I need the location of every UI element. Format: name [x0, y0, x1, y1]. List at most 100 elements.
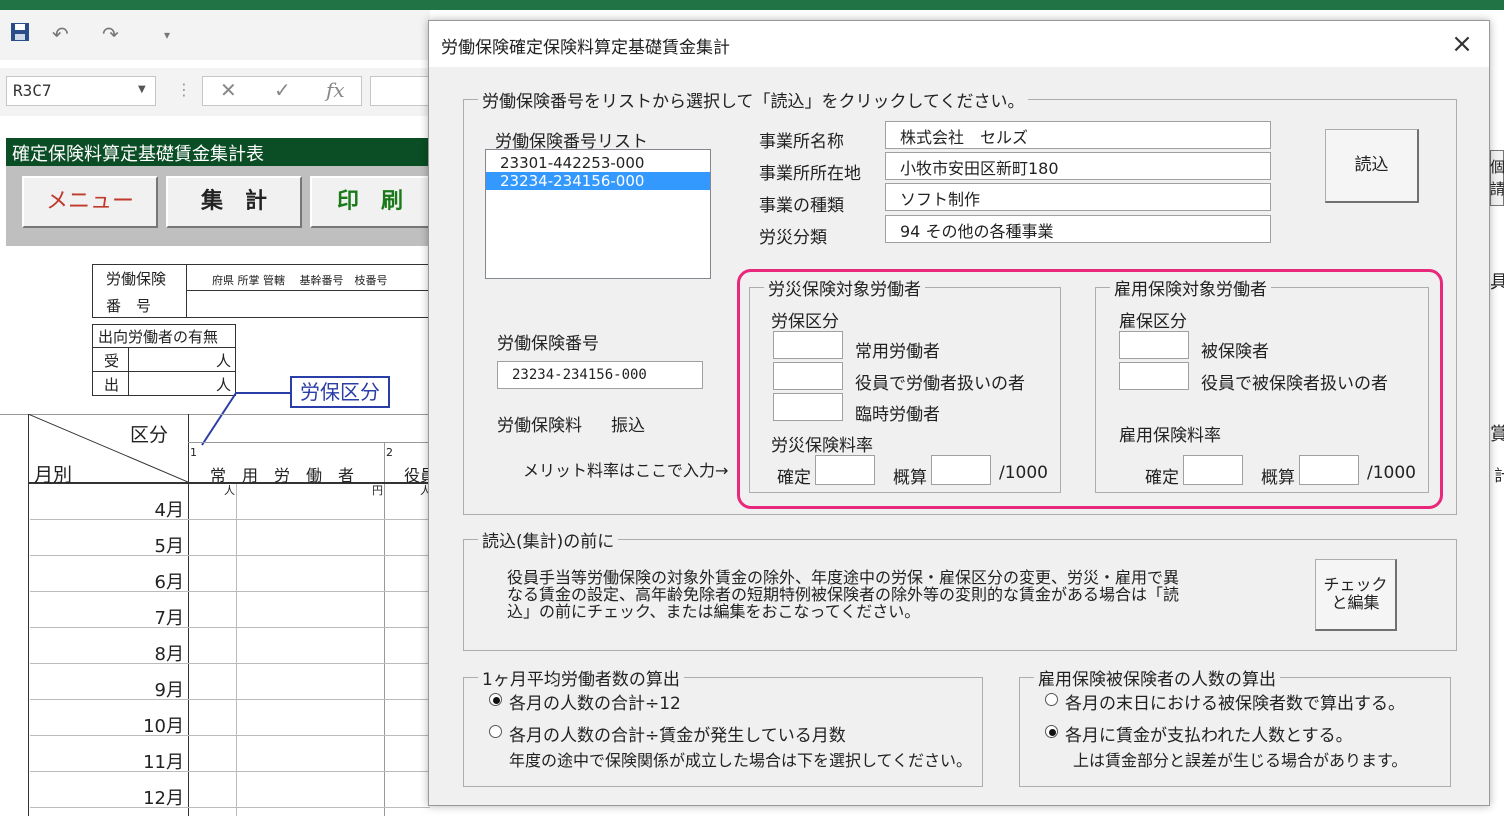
month-label: 12月 [143, 788, 184, 809]
col2-number: 2 [386, 446, 393, 459]
accident-class-field[interactable]: 94 その他の各種事業 [885, 215, 1271, 243]
business-type-label: 事業の種類 [759, 196, 844, 216]
undo-icon[interactable]: ↶ [52, 22, 69, 46]
save-icon[interactable] [10, 22, 30, 47]
month-label: 9月 [154, 680, 184, 701]
cancel-icon[interactable]: ✕ [220, 78, 237, 102]
avg-note: 年度の途中で保険関係が成立した場合は下を選択してください。 [509, 751, 973, 770]
before-line-3: 込」の前にチェック、または編集をおこなってください。 [507, 602, 921, 621]
month-label: 7月 [154, 608, 184, 629]
right-edge-text: 賞 [1490, 424, 1504, 445]
col1-number: 1 [190, 446, 197, 459]
dispatch-title: 出向労働者の有無 [98, 328, 219, 346]
unit-person: 人 [216, 352, 232, 370]
office-name-label: 事業所名称 [759, 132, 844, 152]
before-line-2: なる賃金の設定、高年齢免除者の短期特例被保険者の除外等の変則的な賃金がある場合は… [507, 585, 1180, 604]
insured-option-2-label[interactable]: 各月に賃金が支払われた人数とする。 [1065, 721, 1353, 746]
insured-note: 上は賃金部分と誤差が生じる場合があります。 [1073, 751, 1408, 770]
average-workers-legend: 1ヶ月平均労働者数の算出 [482, 670, 680, 690]
dialog-title: 労働保険確定保険料算定基礎賃金集計 [441, 38, 730, 58]
avg-option-2-radio[interactable] [489, 725, 502, 738]
insured-option-1-radio[interactable] [1045, 693, 1058, 706]
table-row[interactable]: 12月 [30, 772, 430, 809]
callout-label: 労保区分 [290, 376, 390, 408]
enter-icon[interactable]: ✓ [274, 78, 291, 102]
office-address-label: 事業所所在地 [759, 164, 861, 184]
customize-qat-icon[interactable]: ▾ [164, 28, 170, 42]
accident-class-label: 労災分類 [759, 228, 827, 248]
avg-option-1-label[interactable]: 各月の人数の合計÷12 [509, 689, 681, 714]
table-row[interactable]: 6月 [30, 556, 430, 593]
dispatch-out: 出 [104, 376, 120, 394]
close-icon[interactable]: × [1445, 27, 1479, 61]
table-row[interactable]: 8月 [30, 628, 430, 665]
list-item-selected[interactable]: 23234-234156-000 [486, 172, 710, 190]
sheet-title: 確定保険料算定基礎賃金集計表 [6, 138, 430, 166]
number-label: 番 号 [106, 297, 152, 315]
load-button[interactable]: 読込 [1325, 129, 1419, 203]
avg-option-1-radio[interactable] [489, 693, 502, 706]
name-box[interactable]: R3C7 [6, 76, 156, 106]
divider [186, 264, 187, 318]
select-insurance-legend: 労働保険番号をリストから選択して「読込」をクリックしてください。 [482, 92, 1025, 112]
total-button[interactable]: 集 計 [166, 176, 302, 228]
before-load-legend: 読込(集計)の前に [482, 532, 615, 552]
month-label: 6月 [154, 572, 184, 593]
table-row[interactable]: 10月 [30, 700, 430, 737]
insurance-no-field[interactable]: 23234-234156-000 [497, 361, 703, 389]
month-label: 5月 [154, 536, 184, 557]
table-row[interactable]: 11月 [30, 736, 430, 773]
right-edge-text: 個人 [1490, 158, 1504, 176]
formula-bar[interactable] [370, 76, 430, 106]
premium-value: 振込 [611, 416, 645, 436]
monthly-header: 月別 [34, 464, 73, 486]
table-row[interactable]: 4月 [30, 484, 430, 521]
dispatch-in: 受 [104, 352, 120, 370]
table-row[interactable]: 5月 [30, 520, 430, 557]
name-box-dropdown-icon[interactable]: ▼ [138, 84, 146, 95]
formula-bar-grip-icon: ⋮ [176, 80, 192, 99]
divider [92, 347, 236, 348]
check-edit-line-1: チェック [1323, 575, 1388, 594]
insurance-label: 労働保険 [106, 270, 167, 288]
insurance-number-list[interactable]: 23301-442253-000 23234-234156-000 [485, 149, 711, 279]
insert-function-icon[interactable]: fx [326, 78, 345, 102]
menu-button[interactable]: メニュー [22, 176, 158, 228]
avg-option-2-label[interactable]: 各月の人数の合計÷賃金が発生している月数 [509, 721, 846, 746]
divider [128, 347, 129, 396]
callout-line [201, 392, 290, 446]
office-name-field[interactable]: 株式会社 セルズ [885, 121, 1271, 149]
merit-rate-hint: メリット料率はここで入力→ [523, 461, 729, 480]
right-edge-text: 請幹 [1490, 180, 1504, 198]
divider [92, 371, 236, 372]
right-edge-text: 具 [1490, 272, 1504, 293]
insured-option-1-label[interactable]: 各月の末日における被保険者数で算出する。 [1065, 689, 1405, 714]
check-edit-line-2: と編集 [1331, 593, 1380, 612]
check-edit-button[interactable]: チェック と編集 [1315, 559, 1397, 631]
grid-line [188, 442, 430, 443]
right-edge-text: 計 [1494, 466, 1504, 485]
table-row[interactable]: 9月 [30, 664, 430, 701]
divider [186, 290, 430, 291]
print-button[interactable]: 印 刷 [310, 176, 430, 228]
month-label: 11月 [143, 752, 184, 773]
dialog-window: 労働保険確定保険料算定基礎賃金集計 × 労働保険番号をリストから選択して「読込」… [428, 20, 1490, 806]
premium-label: 労働保険料 [497, 416, 582, 436]
table-row[interactable]: 7月 [30, 592, 430, 629]
insured-count-legend: 雇用保険被保険者の人数の算出 [1038, 670, 1276, 690]
business-type-field[interactable]: ソフト制作 [885, 183, 1271, 211]
office-address-field[interactable]: 小牧市安田区新町180 [885, 152, 1271, 180]
number-columns: 府県 所掌 管轄 基幹番号 枝番号 [212, 274, 388, 287]
excel-title-strip [0, 0, 1504, 10]
insurance-no-label: 労働保険番号 [497, 334, 599, 354]
list-item[interactable]: 23301-442253-000 [486, 154, 710, 172]
month-label: 8月 [154, 644, 184, 665]
month-label: 10月 [143, 716, 184, 737]
highlight-frame [737, 269, 1443, 509]
redo-icon[interactable]: ↷ [102, 22, 119, 46]
insured-option-2-radio[interactable] [1045, 725, 1058, 738]
before-load-text: 役員手当等労働保険の対象外賃金の除外、年度途中の労保・雇保区分の変更、労災・雇用… [507, 569, 1179, 620]
month-label: 4月 [154, 500, 184, 521]
dialog-titlebar: 労働保険確定保険料算定基礎賃金集計 × [429, 21, 1489, 67]
kubun-header: 区分 [130, 424, 169, 446]
